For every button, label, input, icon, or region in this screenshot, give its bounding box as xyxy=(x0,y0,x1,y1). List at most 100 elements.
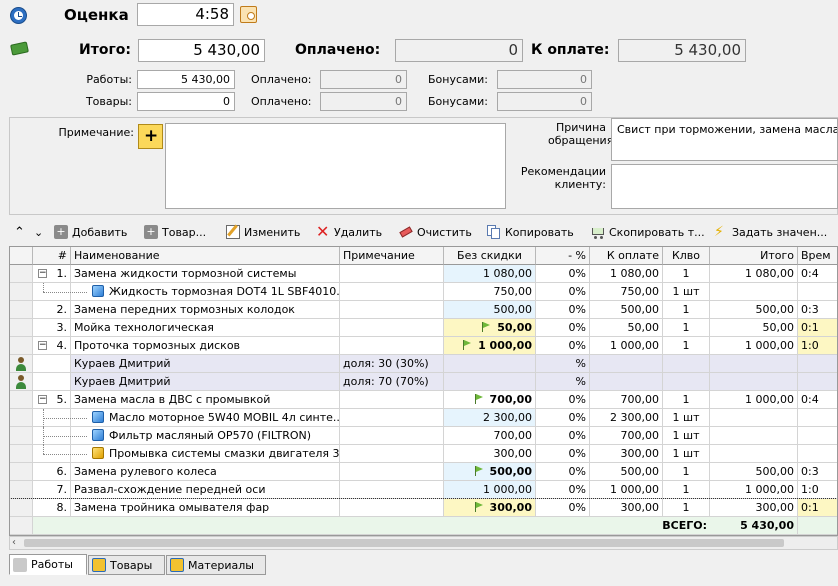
cell-base[interactable] xyxy=(444,373,536,391)
tab-goods[interactable]: Товары xyxy=(88,555,165,575)
cell-disc[interactable]: % xyxy=(536,373,590,391)
add-button[interactable]: + Добавить xyxy=(54,223,127,241)
cell-note[interactable] xyxy=(340,265,444,283)
cell-note[interactable] xyxy=(340,391,444,409)
cell-disc[interactable]: 0% xyxy=(536,463,590,481)
copy-to-button[interactable]: Скопировать т... xyxy=(591,223,705,241)
cell-disc[interactable]: 0% xyxy=(536,337,590,355)
employee-row[interactable]: Кураев Дмитрий доля: 70 (70%)% xyxy=(10,373,837,391)
cell-time[interactable]: 0:1 xyxy=(798,499,837,517)
cell-total[interactable] xyxy=(710,409,798,427)
cell-pay[interactable] xyxy=(590,373,663,391)
cell-note[interactable] xyxy=(340,337,444,355)
cell-pay[interactable]: 2 300,00 xyxy=(590,409,663,427)
cell-name[interactable]: Промывка системы смазки двигателя 3... xyxy=(71,445,340,463)
cell-total[interactable] xyxy=(710,283,798,301)
cell-total[interactable]: 1 000,00 xyxy=(710,337,798,355)
part-row[interactable]: Жидкость тормозная DOT4 1L SBF4010... 750… xyxy=(10,283,837,301)
collapse-toggle[interactable]: − xyxy=(38,341,47,350)
row-selector[interactable] xyxy=(10,337,33,355)
cell-base[interactable]: 300,00 xyxy=(444,499,536,517)
goods-field[interactable]: 0 xyxy=(137,92,235,111)
cell-note[interactable] xyxy=(340,481,444,499)
cell-name[interactable]: Кураев Дмитрий xyxy=(71,355,340,373)
cell-base[interactable]: 1 000,00 xyxy=(444,481,536,499)
cell-name[interactable]: Замена масла в ДВС с промывкой xyxy=(71,391,340,409)
work-row[interactable]: 7. Развал-схождение передней оси 1 000,00 0… xyxy=(10,481,837,499)
cell-num[interactable]: 3. xyxy=(33,319,71,337)
collapse-toggle[interactable]: − xyxy=(38,395,47,404)
tab-materials[interactable]: Материалы xyxy=(166,555,266,575)
tab-works[interactable]: Работы xyxy=(9,554,87,575)
cell-disc[interactable]: % xyxy=(536,355,590,373)
cell-name[interactable]: Замена рулевого колеса xyxy=(71,463,340,481)
cell-time[interactable]: 0:3 xyxy=(798,301,837,319)
cell-qty[interactable]: 1 шт xyxy=(663,409,710,427)
cell-total[interactable]: 300,00 xyxy=(710,499,798,517)
cell-total[interactable] xyxy=(710,355,798,373)
row-selector[interactable] xyxy=(10,409,33,427)
employee-row[interactable]: Кураев Дмитрий доля: 30 (30%)% xyxy=(10,355,837,373)
cell-total[interactable]: 1 000,00 xyxy=(710,481,798,499)
cell-base[interactable]: 700,00 xyxy=(444,427,536,445)
row-selector[interactable] xyxy=(10,301,33,319)
cell-qty[interactable] xyxy=(663,373,710,391)
cell-name[interactable]: Замена передних тормозных колодок xyxy=(71,301,340,319)
col-qty[interactable]: Клво xyxy=(663,247,710,265)
row-selector[interactable] xyxy=(10,265,33,283)
scroll-thumb[interactable] xyxy=(24,539,784,547)
cell-name[interactable]: Проточка тормозных дисков xyxy=(71,337,340,355)
cell-time[interactable]: 0:4 xyxy=(798,265,837,283)
cell-base[interactable]: 500,00 xyxy=(444,463,536,481)
col-pay[interactable]: К оплате xyxy=(590,247,663,265)
cell-pay[interactable]: 300,00 xyxy=(590,499,663,517)
work-row[interactable]: 6. Замена рулевого колеса 500,00 0% 500,00 1 5… xyxy=(10,463,837,481)
cell-note[interactable] xyxy=(340,445,444,463)
cell-qty[interactable]: 1 xyxy=(663,499,710,517)
cell-pay[interactable]: 700,00 xyxy=(590,427,663,445)
cell-total[interactable]: 1 000,00 xyxy=(710,391,798,409)
cell-time[interactable] xyxy=(798,373,837,391)
cell-total[interactable]: 500,00 xyxy=(710,301,798,319)
work-row[interactable]: 8. Замена тройника омывателя фар 300,00 0% 3… xyxy=(10,498,837,518)
cell-name[interactable]: Замена тройника омывателя фар xyxy=(71,499,340,517)
row-selector[interactable] xyxy=(10,463,33,481)
row-selector[interactable] xyxy=(10,355,33,373)
works-grid[interactable]: # Наименование Примечание Без скидки - %… xyxy=(9,246,838,536)
cell-disc[interactable]: 0% xyxy=(536,265,590,283)
work-row[interactable]: 2. Замена передних тормозных колодок 500,0… xyxy=(10,301,837,319)
move-up-button[interactable]: ⌃ xyxy=(14,223,25,241)
cell-note[interactable]: доля: 30 (30%) xyxy=(340,355,444,373)
cell-qty[interactable]: 1 шт xyxy=(663,283,710,301)
cell-note[interactable]: доля: 70 (70%) xyxy=(340,373,444,391)
cell-pay[interactable]: 1 080,00 xyxy=(590,265,663,283)
clear-button[interactable]: Очистить xyxy=(399,223,472,241)
cell-disc[interactable]: 0% xyxy=(536,391,590,409)
cell-disc[interactable]: 0% xyxy=(536,445,590,463)
copy-button[interactable]: Копировать xyxy=(487,223,574,241)
cell-pay[interactable] xyxy=(590,355,663,373)
work-row[interactable]: 3. Мойка технологическая 50,00 0% 50,00 1 50,0… xyxy=(10,319,837,337)
cell-time[interactable]: 0:3 xyxy=(798,463,837,481)
cell-disc[interactable]: 0% xyxy=(536,283,590,301)
cell-qty[interactable] xyxy=(663,355,710,373)
col-name[interactable]: Наименование xyxy=(71,247,340,265)
note-textarea[interactable] xyxy=(165,123,506,209)
cell-base[interactable]: 700,00 xyxy=(444,391,536,409)
cell-base[interactable]: 1 080,00 xyxy=(444,265,536,283)
cell-num[interactable] xyxy=(33,355,71,373)
row-selector[interactable] xyxy=(10,445,33,463)
cell-note[interactable] xyxy=(340,301,444,319)
cell-num[interactable] xyxy=(33,373,71,391)
cell-disc[interactable]: 0% xyxy=(536,481,590,499)
cell-base[interactable]: 300,00 xyxy=(444,445,536,463)
cell-time[interactable]: 0:1 xyxy=(798,319,837,337)
cell-disc[interactable]: 0% xyxy=(536,409,590,427)
cell-disc[interactable]: 0% xyxy=(536,499,590,517)
cell-disc[interactable]: 0% xyxy=(536,427,590,445)
grid-scrollbar[interactable]: ‹ xyxy=(9,536,838,550)
cell-total[interactable]: 500,00 xyxy=(710,463,798,481)
cell-note[interactable] xyxy=(340,409,444,427)
cell-pay[interactable]: 300,00 xyxy=(590,445,663,463)
row-selector[interactable] xyxy=(10,391,33,409)
